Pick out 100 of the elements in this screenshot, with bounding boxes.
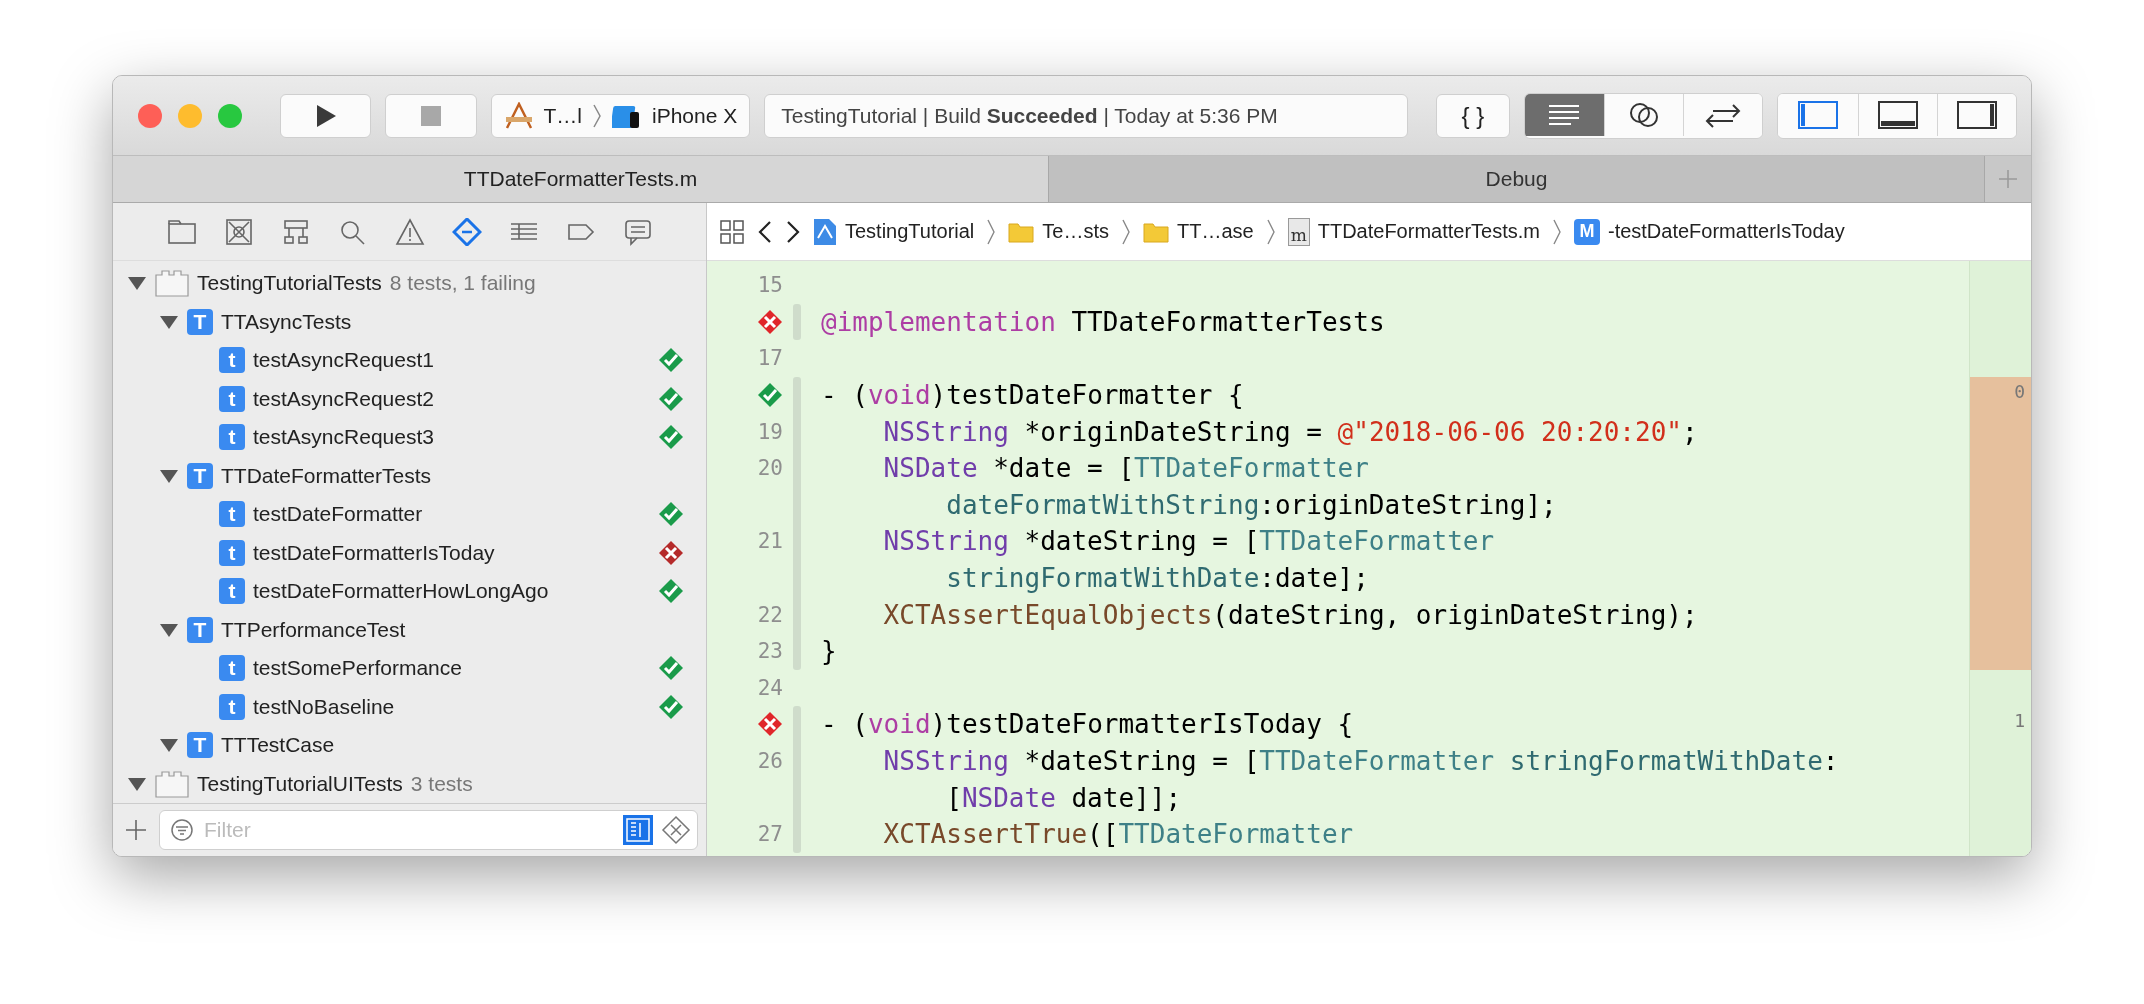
code-line: stringFormatWithDate:date]; xyxy=(945,563,1369,594)
chevron-icon xyxy=(1265,217,1276,246)
code-review-button[interactable]: { } xyxy=(1436,93,1510,138)
device-name: iPhone X xyxy=(652,103,738,128)
chevron-icon xyxy=(592,102,602,129)
plus-icon xyxy=(1998,169,2018,189)
breadcrumb-item[interactable]: Te…sts xyxy=(1042,220,1109,243)
test-method-icon: t xyxy=(219,539,245,566)
code-line: NSString *dateString = [TTDateFormatter xyxy=(882,526,1495,557)
disclosure-triangle[interactable] xyxy=(159,737,179,754)
test-name[interactable]: testSomePerformance xyxy=(253,656,462,681)
passed-icon[interactable] xyxy=(658,693,684,720)
test-name[interactable]: testDateFormatterIsToday xyxy=(253,540,495,565)
line-number: 20 xyxy=(757,456,783,481)
test-class-icon: T xyxy=(187,462,213,489)
passed-icon[interactable] xyxy=(658,578,684,605)
stop-button[interactable] xyxy=(385,93,477,138)
test-name[interactable]: TestingTutorialTests xyxy=(197,271,382,296)
failed-filter-icon[interactable] xyxy=(661,815,691,845)
navigator-tab-icon[interactable] xyxy=(223,217,254,246)
failed-icon[interactable] xyxy=(757,711,783,738)
navigator-tab-icon[interactable] xyxy=(166,217,197,246)
failed-icon[interactable] xyxy=(658,539,684,566)
folder-icon xyxy=(1008,220,1035,243)
project-file-icon xyxy=(813,217,837,246)
test-name[interactable]: TTDateFormatterTests xyxy=(221,463,432,488)
chevron-icon xyxy=(1121,217,1131,246)
test-method-icon: t xyxy=(219,578,245,605)
passed-icon[interactable] xyxy=(658,655,684,682)
test-name[interactable]: testAsyncRequest1 xyxy=(253,348,434,373)
chevron-icon xyxy=(986,217,997,246)
scheme-selector[interactable]: T…l iPhone X xyxy=(490,93,751,138)
disclosure-triangle[interactable] xyxy=(159,621,179,638)
app-target-icon xyxy=(503,101,534,130)
disclosure-triangle[interactable] xyxy=(159,313,179,330)
line-number: 23 xyxy=(757,639,783,664)
execution-count: 0 xyxy=(2014,380,2025,402)
test-name[interactable]: testDateFormatter xyxy=(253,502,423,527)
close-button[interactable] xyxy=(138,103,162,128)
disclosure-triangle[interactable] xyxy=(127,775,147,792)
code-line: - (void)testDateFormatterIsToday { xyxy=(821,709,1354,740)
test-method-icon: t xyxy=(219,347,245,374)
line-number: 24 xyxy=(757,675,783,700)
run-button[interactable] xyxy=(280,93,372,138)
gutter-bar xyxy=(793,303,801,341)
breadcrumb-item[interactable]: TestingTutorial xyxy=(845,220,975,243)
test-method-icon: t xyxy=(219,501,245,528)
breadcrumb-item[interactable]: TTDateFormatterTests.m xyxy=(1317,220,1540,243)
test-name[interactable]: TTTestCase xyxy=(221,733,335,758)
folder-icon xyxy=(1143,220,1169,243)
test-name[interactable]: testAsyncRequest2 xyxy=(253,386,434,411)
code-line: [NSDate date]]; xyxy=(945,782,1182,813)
play-icon xyxy=(314,103,337,128)
test-name[interactable]: TTAsyncTests xyxy=(221,309,352,334)
panel-toggle-button[interactable] xyxy=(1936,93,2016,136)
failed-icon[interactable] xyxy=(757,308,783,335)
code-line: NSDate *date = [TTDateFormatter xyxy=(882,453,1369,484)
test-name[interactable]: testNoBaseline xyxy=(253,694,395,719)
test-name[interactable]: TestingTutorialUITests xyxy=(197,771,403,796)
editor-tab[interactable]: TTDateFormatterTests.m xyxy=(113,156,1049,202)
panel-layout-icon xyxy=(1956,100,1997,129)
test-name[interactable]: testAsyncRequest3 xyxy=(253,425,434,450)
passed-icon[interactable] xyxy=(658,424,684,451)
line-number: 27 xyxy=(757,822,783,847)
test-count: 8 tests, 1 failing xyxy=(389,271,536,296)
execution-count: 1 xyxy=(2014,710,2025,732)
code-line: XCTAssertTrue([TTDateFormatter xyxy=(882,819,1354,850)
code-line: } xyxy=(821,636,837,667)
test-name[interactable]: testDateFormatterHowLongAgo xyxy=(253,579,549,604)
lines-icon xyxy=(1547,102,1582,127)
passed-icon[interactable] xyxy=(757,382,783,409)
navigator-tab-icon[interactable] xyxy=(622,217,653,246)
show-tests-icon[interactable] xyxy=(623,815,653,845)
filter-field[interactable]: Filter xyxy=(159,810,698,850)
line-number: 15 xyxy=(757,273,783,298)
passed-icon[interactable] xyxy=(658,501,684,528)
navigator-tab-icon[interactable] xyxy=(451,217,482,246)
disclosure-triangle[interactable] xyxy=(159,467,179,484)
passed-icon[interactable] xyxy=(658,347,684,374)
breadcrumb-item[interactable]: TT…ase xyxy=(1177,220,1254,243)
line-number: 22 xyxy=(757,602,783,627)
test-name[interactable]: TTPerformanceTest xyxy=(221,617,406,642)
disclosure-triangle[interactable] xyxy=(127,275,147,292)
test-method-icon: t xyxy=(219,655,245,682)
passed-icon[interactable] xyxy=(658,385,684,412)
breadcrumb-item[interactable]: -testDateFormatterIsToday xyxy=(1607,220,1845,243)
grid-icon[interactable] xyxy=(719,218,745,245)
test-count: 3 tests xyxy=(410,771,473,796)
test-class-icon: T xyxy=(187,732,213,759)
test-method-icon: t xyxy=(219,693,245,720)
code-line: NSString *dateString = [TTDateFormatter stringFormatWithDate: xyxy=(882,746,1839,776)
panel-layout-icon xyxy=(1877,100,1918,129)
editor-mode-button[interactable] xyxy=(1683,93,1763,136)
method-badge-icon: M xyxy=(1573,218,1600,245)
test-class-icon: T xyxy=(187,616,213,643)
navigator-tab-icon[interactable] xyxy=(394,217,425,246)
panel-layout-icon xyxy=(1797,100,1838,129)
scheme-name: T…l xyxy=(543,103,582,128)
code-line: XCTAssertEqualObjects(dateString, originDateString); xyxy=(882,599,1698,630)
plus-icon[interactable] xyxy=(125,819,147,841)
